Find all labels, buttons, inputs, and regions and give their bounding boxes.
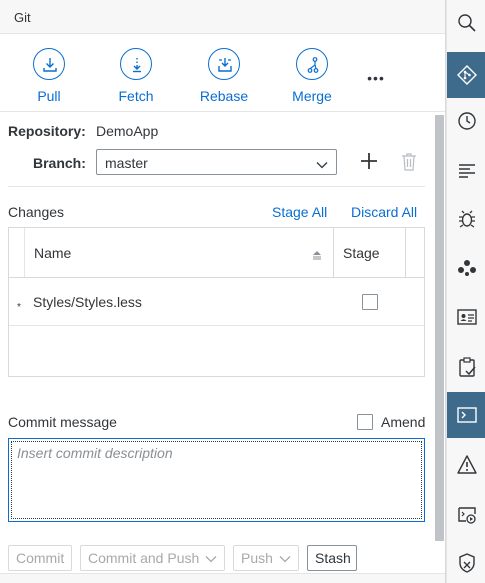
profile-card-icon — [456, 306, 478, 328]
merge-button[interactable]: Merge — [280, 48, 344, 108]
terminal-icon — [456, 404, 478, 426]
commit-and-push-label: Commit and Push — [88, 550, 199, 566]
pull-icon — [33, 48, 65, 80]
plus-icon — [358, 150, 380, 172]
git-toolbar: Pull Fetch Rebase Merge ••• — [0, 34, 446, 112]
chevron-down-icon — [205, 551, 217, 567]
commit-actions: Commit Commit and Push Push Stash — [0, 545, 433, 573]
checklist-icon — [456, 356, 478, 378]
rail-tasks[interactable] — [447, 344, 485, 390]
panel-header: Git — [0, 0, 446, 34]
table-row[interactable]: * Styles/Styles.less — [9, 278, 424, 326]
branch-label: Branch: — [33, 155, 86, 171]
select-column-header — [9, 228, 25, 277]
fetch-icon — [120, 48, 152, 80]
changes-table: Name Stage * Styles/Styles.less — [8, 227, 425, 377]
rebase-label: Rebase — [192, 88, 256, 104]
rail-profile[interactable] — [447, 294, 485, 340]
rail-outline[interactable] — [447, 148, 485, 194]
merge-label: Merge — [280, 88, 344, 104]
commit-button-label: Commit — [16, 550, 64, 566]
discard-all-link[interactable]: Discard All — [351, 204, 417, 220]
history-icon — [456, 110, 478, 132]
rail-debug[interactable] — [447, 196, 485, 242]
repository-label: Repository: — [8, 123, 86, 139]
commit-and-push-button[interactable]: Commit and Push — [80, 545, 225, 571]
modified-marker: * — [17, 302, 21, 313]
column-divider[interactable] — [333, 228, 334, 277]
column-divider[interactable] — [405, 228, 406, 277]
fetch-label: Fetch — [104, 88, 168, 104]
warning-icon — [456, 454, 478, 476]
stage-all-link[interactable]: Stage All — [272, 204, 327, 220]
security-icon — [456, 552, 478, 574]
branch-value: master — [105, 155, 148, 171]
rail-problems[interactable] — [447, 442, 485, 488]
commit-message-input[interactable] — [8, 438, 425, 522]
pull-label: Pull — [17, 88, 81, 104]
merge-icon — [296, 48, 328, 80]
repository-value: DemoApp — [96, 123, 158, 139]
more-options-button[interactable]: ••• — [362, 70, 390, 86]
outline-icon — [456, 160, 478, 182]
changes-label: Changes — [8, 204, 64, 220]
push-button[interactable]: Push — [233, 545, 299, 571]
fetch-button[interactable]: Fetch — [104, 48, 168, 108]
scrollbar-thumb[interactable] — [435, 115, 444, 541]
git-panel: Git Pull Fetch Rebase Merge ••• Reposito… — [0, 0, 446, 583]
commit-message-label: Commit message — [8, 414, 117, 430]
rail-history[interactable] — [447, 98, 485, 144]
app-window: Git Pull Fetch Rebase Merge ••• Reposito… — [0, 0, 485, 583]
rebase-icon — [208, 48, 240, 80]
column-header-name[interactable]: Name — [34, 245, 71, 261]
branch-select[interactable]: master — [96, 149, 337, 175]
rail-security[interactable] — [447, 540, 485, 583]
debug-icon — [456, 208, 478, 230]
stash-button-label: Stash — [315, 550, 351, 566]
amend-label: Amend — [381, 414, 425, 430]
table-header: Name Stage — [9, 228, 424, 278]
commit-button[interactable]: Commit — [8, 545, 72, 571]
right-sidebar — [446, 0, 485, 583]
column-header-stage[interactable]: Stage — [343, 245, 380, 261]
delete-branch-button[interactable] — [399, 151, 419, 173]
chevron-down-icon — [279, 551, 291, 567]
trash-icon — [399, 151, 419, 173]
panel-title: Git — [14, 10, 31, 25]
sort-ascending-icon[interactable] — [311, 247, 323, 265]
section-divider — [8, 186, 425, 187]
dependencies-icon — [456, 256, 478, 278]
push-button-label: Push — [241, 550, 273, 566]
stage-checkbox[interactable] — [362, 294, 378, 310]
rail-run-console[interactable] — [447, 492, 485, 538]
amend-checkbox[interactable] — [357, 414, 373, 430]
chevron-down-icon — [316, 157, 328, 175]
panel-footer — [0, 573, 446, 583]
rail-search[interactable] — [447, 0, 485, 46]
vertical-scrollbar[interactable] — [433, 113, 446, 583]
pull-button[interactable]: Pull — [17, 48, 81, 108]
search-icon — [456, 12, 478, 34]
rail-terminal[interactable] — [447, 392, 485, 438]
run-console-icon — [456, 504, 478, 526]
rail-dependencies[interactable] — [447, 244, 485, 290]
rail-git[interactable] — [447, 52, 485, 98]
file-name: Styles/Styles.less — [33, 294, 142, 310]
add-branch-button[interactable] — [358, 150, 380, 172]
git-icon — [456, 64, 478, 86]
stash-button[interactable]: Stash — [307, 545, 357, 571]
rebase-button[interactable]: Rebase — [192, 48, 256, 108]
